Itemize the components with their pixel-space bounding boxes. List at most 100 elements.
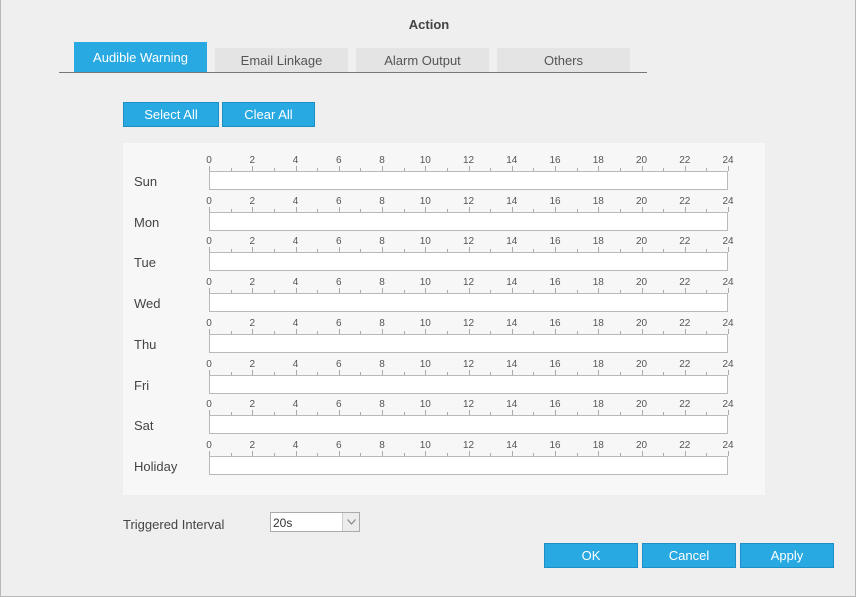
hour-tick-label: 22 [679, 358, 691, 370]
hour-tick-label: 16 [549, 155, 561, 166]
dialog-title: Action [408, 17, 450, 32]
day-label: Wed [134, 296, 161, 312]
hour-tick-label: 14 [506, 236, 518, 248]
schedule-timebar[interactable] [209, 293, 728, 313]
hour-tick-label: 12 [462, 236, 475, 248]
hour-tick-label: 12 [462, 399, 475, 411]
hour-tick-label: 22 [679, 236, 691, 248]
hour-tick-label: 24 [722, 277, 734, 289]
hour-tick-label: 20 [635, 195, 648, 207]
hour-tick-label: 6 [335, 195, 342, 207]
schedule-timebar[interactable] [209, 252, 728, 272]
hour-tick-label: 20 [635, 277, 648, 289]
hour-tick-label: 10 [419, 317, 431, 329]
hour-tick-label: 24 [722, 399, 734, 411]
hour-tick-label: 2 [249, 358, 256, 370]
hour-tick-label: 4 [292, 236, 299, 248]
schedule-timebar[interactable] [209, 171, 728, 190]
hour-tick-label: 8 [379, 155, 385, 166]
hour-tick-label: 24 [722, 317, 734, 329]
hour-tick-label: 14 [506, 439, 518, 451]
hour-tick-label: 16 [549, 439, 561, 451]
hour-tick-label: 8 [379, 236, 385, 248]
hour-tick-label: 12 [462, 358, 475, 370]
schedule-timebar[interactable] [209, 415, 728, 435]
hour-tick-label: 8 [379, 358, 385, 370]
hour-tick-label: 2 [249, 236, 256, 248]
hour-tick-label: 10 [419, 155, 431, 166]
hour-tick [728, 206, 729, 212]
day-label: Fri [134, 377, 150, 393]
hour-tick-label: 18 [592, 358, 604, 370]
tab-email-linkage[interactable]: Email Linkage [215, 48, 348, 72]
hour-tick-label: 10 [419, 277, 431, 289]
hour-tick-label: 6 [335, 317, 342, 329]
hour-tick-label: 16 [549, 399, 561, 411]
hour-tick-label: 4 [292, 277, 299, 289]
hour-tick-label: 4 [292, 195, 299, 207]
hour-tick-label: 6 [335, 399, 342, 411]
hour-tick-label: 20 [635, 236, 648, 248]
hour-tick-label: 10 [419, 195, 431, 207]
day-label: Sun [134, 174, 158, 189]
hour-tick-label: 14 [506, 195, 518, 207]
hour-tick [728, 247, 729, 253]
hour-tick-label: 12 [462, 317, 475, 329]
hour-tick-label: 22 [679, 399, 691, 411]
cancel-button[interactable]: Cancel [642, 543, 736, 568]
hour-tick-label: 4 [292, 399, 299, 411]
hour-tick-label: 10 [419, 399, 431, 411]
schedule-timebar[interactable] [209, 455, 728, 475]
hour-tick-label: 20 [635, 155, 648, 166]
hour-tick-label: 2 [249, 195, 256, 207]
schedule-row: Sat 0 2 4 6 8 10 12 14 16 18 20 22 24 [123, 399, 765, 440]
day-label: Mon [134, 214, 160, 230]
schedule-panel: Sun 0 2 4 6 8 10 12 14 16 18 20 22 24 Mon 0 2 4 6 8 10 12 14 16… [123, 143, 765, 495]
hour-tick-label: 16 [549, 236, 561, 248]
tab-others[interactable]: Others [497, 48, 630, 72]
hour-tick-label: 18 [592, 236, 604, 248]
hour-tick [728, 410, 729, 416]
hour-tick-label: 14 [506, 155, 518, 166]
hour-tick-label: 22 [679, 439, 691, 451]
hour-tick-label: 18 [592, 277, 604, 289]
day-label: Sat [134, 418, 154, 434]
tab-audible-warning[interactable]: Audible Warning [74, 42, 207, 73]
hour-tick-label: 4 [292, 155, 299, 166]
hour-tick-label: 24 [722, 155, 734, 166]
triggered-interval-select[interactable]: 20s [270, 512, 360, 532]
hour-tick-label: 22 [679, 195, 691, 207]
hour-tick [728, 328, 729, 334]
hour-tick-label: 18 [592, 317, 604, 329]
hour-tick-label: 22 [679, 155, 691, 166]
hour-tick [728, 288, 729, 294]
action-dialog: Action Audible Warning Email Linkage Ala… [0, 0, 856, 597]
schedule-timebar[interactable] [209, 333, 728, 353]
day-label: Thu [134, 336, 157, 352]
hour-tick-label: 22 [679, 317, 691, 329]
hour-tick-label: 20 [635, 399, 648, 411]
hour-tick-label: 14 [506, 399, 518, 411]
schedule-timebar[interactable] [209, 211, 728, 231]
hour-tick-label: 6 [335, 155, 342, 166]
hour-tick-label: 0 [206, 155, 212, 166]
ok-button[interactable]: OK [544, 543, 638, 568]
hour-tick-label: 6 [335, 277, 342, 289]
hour-tick-label: 0 [206, 236, 212, 248]
schedule-timebar[interactable] [209, 374, 728, 394]
hour-tick-label: 14 [506, 317, 518, 329]
hour-tick-label: 18 [592, 399, 604, 411]
triggered-interval-value: 20s [273, 516, 293, 530]
hour-tick-label: 18 [592, 195, 604, 207]
tab-alarm-output[interactable]: Alarm Output [356, 48, 489, 72]
apply-button[interactable]: Apply [740, 543, 834, 568]
clear-all-button[interactable]: Clear All [222, 102, 315, 127]
hour-tick-label: 8 [379, 317, 385, 329]
hour-tick-label: 2 [249, 277, 256, 289]
hour-tick-label: 4 [292, 358, 299, 370]
hour-tick-label: 16 [549, 195, 561, 207]
schedule-row: Tue 0 2 4 6 8 10 12 14 16 18 20 22 24 [123, 236, 765, 277]
select-all-button[interactable]: Select All [123, 102, 219, 127]
hour-tick-label: 16 [549, 277, 561, 289]
hour-tick-label: 24 [722, 236, 734, 248]
